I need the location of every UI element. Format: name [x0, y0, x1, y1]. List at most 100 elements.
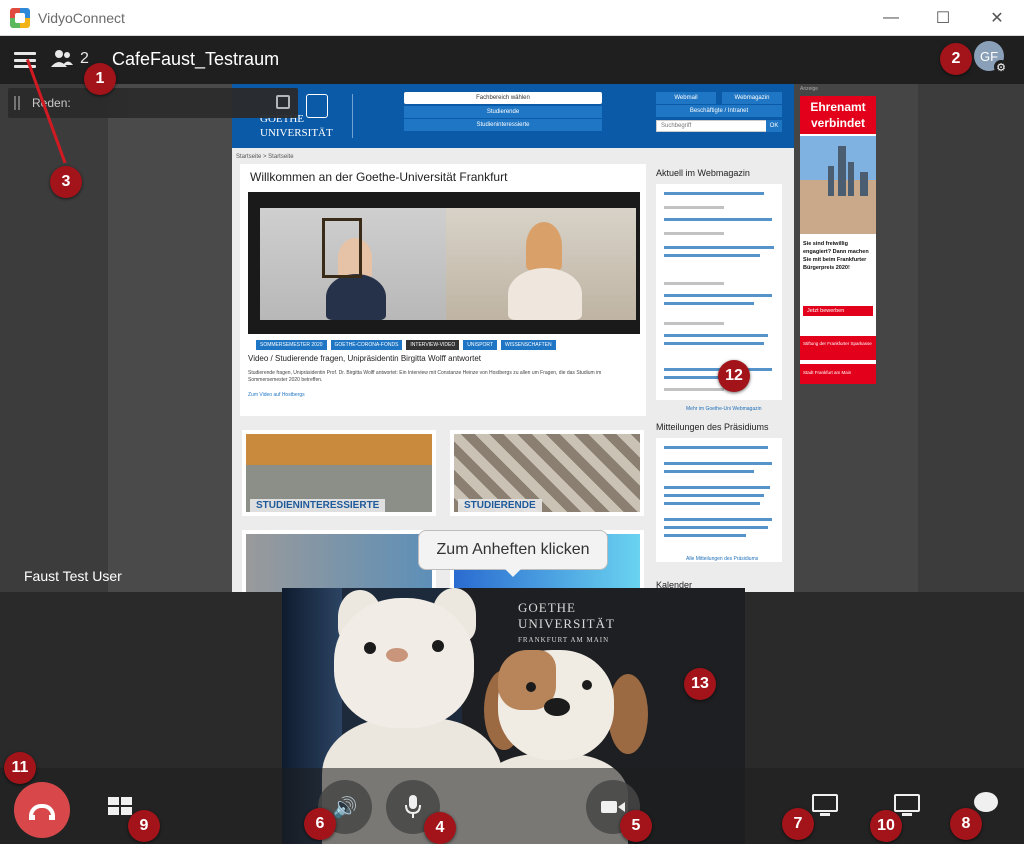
webmagazine-more-link[interactable]: Mehr im Goethe-Uni Webmagazin: [686, 406, 762, 412]
stage-left-panel: [0, 84, 108, 592]
tag[interactable]: INTERVIEW-VIDEO: [406, 340, 460, 350]
top-button[interactable]: Beschäftigte / Intranet: [656, 105, 782, 117]
participant-count[interactable]: 2: [80, 50, 89, 68]
hoodie-logo-line: UNIVERSITÄT: [518, 616, 615, 631]
participants-icon[interactable]: [50, 48, 74, 70]
news-line[interactable]: [664, 218, 772, 221]
ad-city-logo: Stadt Frankfurt am Main: [800, 364, 876, 384]
minimize-icon[interactable]: —: [868, 0, 914, 36]
tag[interactable]: SOMMERSEMESTER 2020: [256, 340, 327, 350]
news-line[interactable]: [664, 462, 772, 465]
annotation-marker: 1: [84, 63, 116, 95]
hangup-button[interactable]: [14, 782, 70, 838]
share-screen-icon[interactable]: [812, 794, 838, 816]
news-line[interactable]: [664, 446, 768, 449]
breadcrumb[interactable]: Startseite > Startseite: [236, 154, 294, 160]
top-button[interactable]: Webmail: [656, 92, 716, 104]
news-line[interactable]: [664, 294, 772, 297]
ad-headline: Ehrenamt verbindet: [800, 96, 876, 134]
camera-icon: [601, 801, 625, 813]
news-line[interactable]: [664, 494, 764, 497]
expand-icon[interactable]: [276, 95, 290, 109]
news-line[interactable]: [664, 246, 774, 249]
tag[interactable]: UNISPORT: [463, 340, 497, 350]
interview-video[interactable]: [248, 192, 640, 334]
toy-dog-nose: [544, 698, 570, 716]
news-line[interactable]: [664, 192, 764, 195]
tile-prospective-students[interactable]: STUDIENINTERESSIERTE: [242, 430, 436, 516]
annotation-marker: 5: [620, 810, 652, 842]
tower: [848, 162, 854, 196]
news-line[interactable]: [664, 334, 768, 337]
annotation-marker: 10: [870, 810, 902, 842]
advertisement-strip: Anzeige Ehrenamt verbindet Sie sind frei…: [794, 84, 918, 592]
advertisement[interactable]: Ehrenamt verbindet Sie sind freiwillig e…: [800, 96, 876, 384]
annotation-marker: 12: [718, 360, 750, 392]
window-titlebar: VidyoConnect — ☐ ✕: [0, 0, 1024, 36]
annotation-marker: 7: [782, 808, 814, 840]
ad-apply-button[interactable]: Jetzt bewerben: [803, 306, 873, 316]
annotation-marker: 6: [304, 808, 336, 840]
shared-webpage[interactable]: GOETHE UNIVERSITÄT Fachbereich wählen St…: [232, 84, 794, 592]
video-link[interactable]: Zum Video auf Hostbergs: [248, 392, 305, 398]
faculty-select[interactable]: Fachbereich wählen: [404, 92, 602, 104]
news-line[interactable]: [664, 342, 764, 345]
conference-header: 2 CafeFaust_Testraum: [0, 36, 1024, 84]
video-pane-right: [446, 208, 636, 320]
maximize-icon[interactable]: ☐: [920, 0, 966, 36]
news-line[interactable]: [664, 486, 770, 489]
news-line[interactable]: [664, 534, 746, 537]
tile-research[interactable]: [242, 530, 436, 592]
window-title: VidyoConnect: [38, 10, 125, 26]
room-title: CafeFaust_Testraum: [112, 49, 280, 69]
hoodie-logo-line: FRANKFURT AM MAIN: [518, 636, 610, 644]
speaker-icon: 🔊: [332, 796, 358, 819]
site-search-input[interactable]: Suchbegriff: [656, 120, 782, 132]
ad-sponsor: Stiftung der Frankfurter Sparkasse: [800, 336, 876, 360]
person-body: [326, 274, 386, 320]
settings-gear-icon[interactable]: ⚙: [994, 60, 1008, 74]
annotation-marker: 9: [128, 810, 160, 842]
drag-handle-icon[interactable]: [14, 96, 20, 110]
speaker-label: Reden:: [32, 96, 71, 110]
person-body: [508, 268, 582, 320]
tile-students[interactable]: STUDIERENDE: [450, 430, 644, 516]
news-line[interactable]: [664, 302, 754, 305]
speaker-bar[interactable]: Reden:: [8, 88, 298, 118]
close-icon[interactable]: ✕: [974, 0, 1020, 36]
nav-button[interactable]: Studieninteressierte: [404, 119, 602, 131]
stage-right-panel: [918, 84, 1024, 592]
toy-cat-eye: [364, 642, 376, 654]
top-button[interactable]: Webmagazin: [722, 92, 782, 104]
header-divider: [352, 94, 353, 138]
news-date: [664, 282, 724, 285]
chat-icon[interactable]: [974, 792, 998, 812]
toy-cat-eye: [432, 640, 444, 652]
share-application-icon[interactable]: [894, 794, 920, 816]
tile-label: STUDIERENDE: [458, 499, 542, 512]
toy-cat-head: [334, 598, 474, 728]
tower: [860, 172, 868, 196]
pin-tooltip: Zum Anheften klicken: [418, 530, 608, 577]
video-pane-left: [260, 208, 446, 320]
presidium-list: [656, 438, 782, 562]
webmagazine-title: Aktuell im Webmagazin: [656, 168, 750, 178]
tag[interactable]: GOETHE-CORONA-FONDS: [330, 340, 403, 350]
annotation-marker: 8: [950, 808, 982, 840]
microphone-icon: [405, 795, 421, 818]
tag[interactable]: WISSENSCHAFTEN: [501, 340, 556, 350]
news-line[interactable]: [664, 502, 760, 505]
toy-dog-eye: [582, 680, 592, 690]
site-search-button[interactable]: OK: [766, 120, 782, 132]
news-line[interactable]: [664, 254, 760, 257]
wall-picture: [322, 218, 362, 278]
layout-grid-icon[interactable]: [108, 797, 132, 815]
menu-icon[interactable]: [14, 52, 36, 68]
nav-button[interactable]: Studierende: [404, 106, 602, 118]
news-line[interactable]: [664, 518, 772, 521]
news-line[interactable]: [664, 526, 768, 529]
hoodie-logo: GOETHE UNIVERSITÄT FRANKFURT AM MAIN: [518, 600, 618, 656]
presidium-more-link[interactable]: Alle Mitteilungen des Präsidiums: [686, 556, 758, 562]
news-line[interactable]: [664, 470, 754, 473]
hoodie-logo-line: GOETHE: [518, 600, 576, 615]
